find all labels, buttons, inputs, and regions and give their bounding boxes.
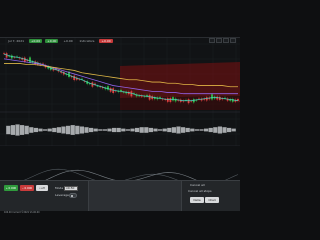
indicator-bar [10,125,15,135]
indicator-bar [98,129,103,131]
indicator-bar [20,125,25,135]
tool-button-1[interactable] [209,38,215,43]
candle-body [169,98,172,102]
indicator-bar [144,127,149,133]
indicator-bar [61,126,66,134]
candle-body [172,97,174,101]
indicator-bar [231,128,236,132]
indicator-bar [167,127,172,133]
indicator-bar [208,127,213,133]
indicator-bar [6,125,11,135]
indicator-bar [199,129,204,131]
chart-tools [209,38,239,45]
sell-button[interactable]: − 0.000 [20,185,34,191]
indicator-bar [70,125,75,135]
indicator-bar [33,127,38,133]
tool-button-4[interactable] [230,38,236,43]
mode-off-button[interactable]: • off [36,185,48,191]
leverage-label: Leverage [55,193,69,197]
indicator-bar [84,127,89,133]
indicator-bar [79,126,84,134]
indicator-bar [112,127,117,133]
pill-5[interactable]: +0.00 [99,39,113,43]
indicator-bar [125,129,130,131]
order-panel: + 0.000 − 0.000 • off Mode x0.50 Leverag… [0,180,240,211]
candle-body [166,98,169,102]
indicator-bar [204,128,209,132]
indicator-bar [176,126,181,134]
indicator-bar [135,127,140,133]
indicator-bar [24,125,29,135]
indicator-bar [217,126,222,134]
buy-button[interactable]: + 0.000 [4,185,18,191]
order-panel-middle [88,181,182,211]
indicator-bar [47,128,52,132]
indicator-bar [162,128,167,132]
indicator-bar [52,127,57,133]
symbol-date: Jul 7, 2021 [8,38,25,43]
candle-body [211,94,213,100]
mode-label: Mode [55,186,64,190]
indicator-bar [66,125,71,135]
cancel-all-label[interactable]: Cancel all [190,184,205,187]
indicator-bar [213,127,218,133]
indicator-bar [222,127,227,133]
indicator-bar [227,127,232,133]
indicator-bar [148,127,153,133]
cancel-all-stops-label[interactable]: Cancel all stops [188,190,212,193]
indicator-bar [185,127,190,133]
tool-button-2[interactable] [216,38,222,43]
chart-button[interactable]: Chart [205,197,219,203]
pill-2[interactable]: +0.00 [45,39,59,43]
indicator-bar [102,129,107,131]
indicator-bar [116,127,121,133]
tool-button-3[interactable] [223,38,229,43]
pill-3: +0.00 [63,38,73,43]
indicator-bar [29,127,34,133]
footer-status: 100.00 Current ©2021 V1.00.00 [4,211,40,214]
indicator-bar [190,128,195,132]
indicator-bar [56,127,61,133]
indicator-bar [43,129,48,131]
indicator-bar [89,127,94,133]
indicator-bar [38,128,43,132]
indicator-bar [181,127,186,133]
pill-1[interactable]: +0.00 [29,39,43,43]
indicator-bar [107,128,112,132]
indicator-bar [194,129,199,131]
indicator-bar [158,129,163,131]
chart-header: Jul 7, 2021 +0.00 +0.00 +0.00 Indicators… [0,37,122,45]
candle-body [187,99,190,104]
indicator-bar [15,124,20,136]
indicator-bar [93,128,98,132]
pill-4[interactable]: Indicators [78,39,97,43]
indicator-bar [139,127,144,133]
indicator-bar [153,128,158,132]
mode-input[interactable]: x0.50 [64,186,78,191]
indicator-bar [130,128,135,132]
indicator-bar [75,125,80,135]
leverage-toggle[interactable] [69,193,77,198]
indicator-bar [171,127,176,133]
candle-body [29,57,31,63]
indicator-bar [121,128,126,132]
candle-body [13,57,16,58]
candle-body [3,53,5,54]
delta-button[interactable]: Delta [190,197,204,203]
